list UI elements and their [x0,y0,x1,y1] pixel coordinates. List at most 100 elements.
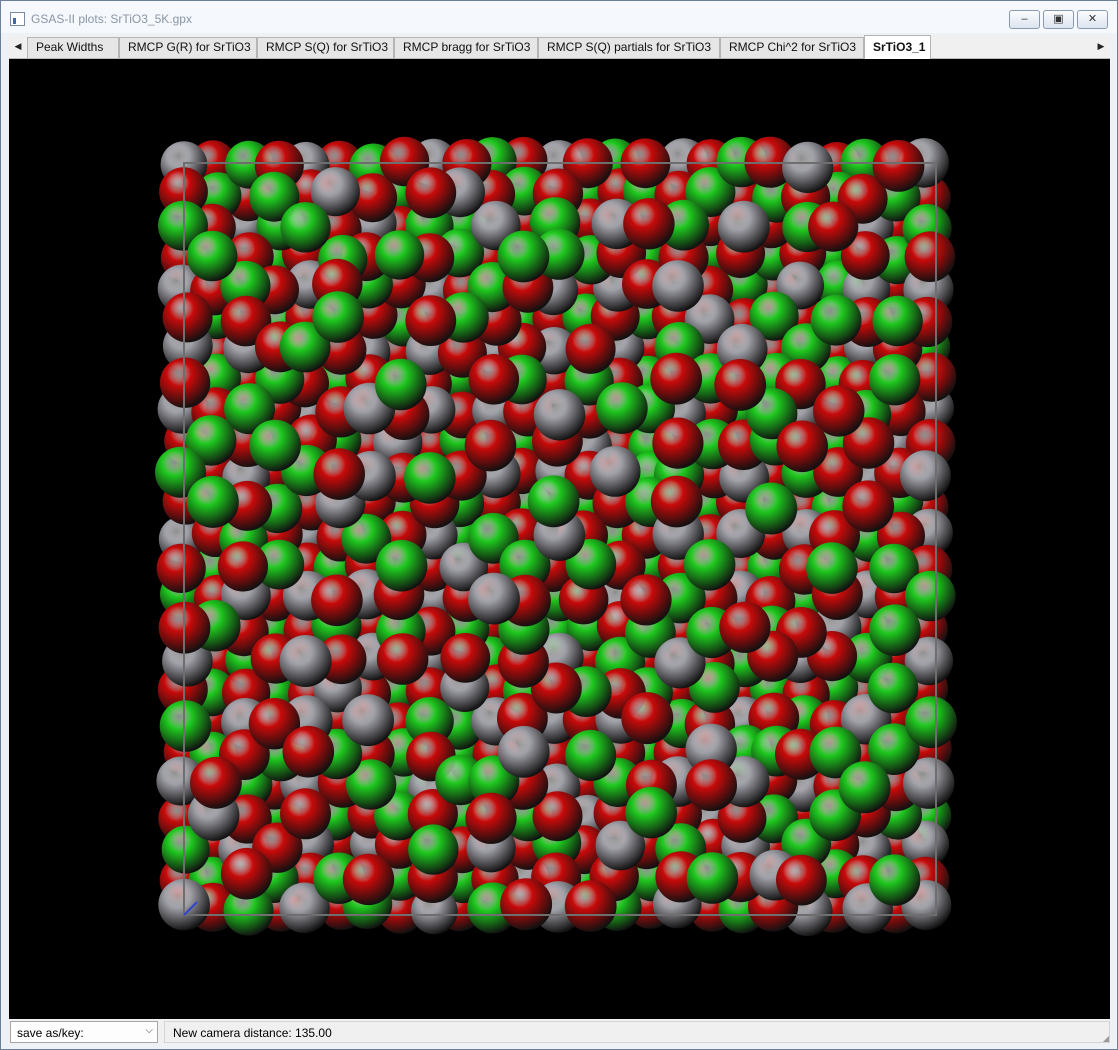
tab-srtio3-1[interactable]: SrTiO3_1 [864,35,931,59]
minimize-button[interactable]: – [1009,10,1040,29]
atom-o [564,880,617,932]
plot-tab-bar: ◀ Peak Widths RMCP G(R) for SrTiO3 RMCP … [9,35,1110,59]
app-icon [10,12,25,26]
atom-sr [596,382,648,434]
tab-rmcp-sq-partials[interactable]: RMCP S(Q) partials for SrTiO3 [538,37,720,58]
atom-o [719,601,771,653]
save-as-key-select[interactable]: save as/key: ⌵ [10,1021,158,1043]
atom-sr [838,761,891,814]
atom-ti [782,141,834,193]
atom-o [808,201,859,252]
atom-sr [867,662,919,714]
atom-o [685,759,737,812]
atom-sr [527,475,580,528]
atom-sr [249,419,301,472]
atom-sr [497,230,550,283]
structure-plot-canvas[interactable] [9,59,1110,1019]
atom-o [405,295,457,346]
tab-rmcp-gr[interactable]: RMCP G(R) for SrTiO3 [119,37,257,58]
atom-o [652,417,704,469]
atom-o [342,853,395,906]
status-message: New camera distance: 135.00 [173,1026,332,1040]
atom-o [650,475,703,528]
atom-sr [872,295,923,347]
atom-o [650,352,703,405]
atom-sr [408,824,459,875]
atom-o [714,359,767,411]
save-as-key-value: save as/key: [17,1026,84,1040]
title-bar: GSAS-II plots: SrTiO3_5K.gpx – ▣ ✕ [1,1,1117,33]
tab-rmcp-sq[interactable]: RMCP S(Q) for SrTiO3 [257,37,394,58]
atom-o [776,420,828,473]
minimize-icon: – [1021,13,1028,25]
atom-o [621,692,674,745]
atom-sr [404,452,456,504]
atom-o [156,543,206,593]
tab-peak-widths[interactable]: Peak Widths [27,37,119,58]
atom-o [280,788,331,840]
tab-rmcp-chi2[interactable]: RMCP Chi^2 for SrTiO3 [720,37,864,58]
atom-sr [810,294,862,346]
atom-ti [533,389,586,441]
atom-o [162,292,213,343]
close-icon: ✕ [1087,13,1098,25]
status-message-pane: New camera distance: 135.00 [164,1021,1110,1043]
atom-o [190,756,242,809]
atom-o [376,633,429,685]
atom-ti [589,446,641,497]
triangle-left-icon[interactable]: ◀ [9,35,27,58]
plot-window: GSAS-II plots: SrTiO3_5K.gpx – ▣ ✕ ◀ Pea… [0,0,1118,1050]
atom-sr [375,358,427,411]
atom-ti [342,694,394,747]
maximize-button[interactable]: ▣ [1043,10,1074,29]
atom-sr [565,729,617,781]
atom-sr [868,354,921,406]
close-button[interactable]: ✕ [1077,10,1108,29]
atom-sr [745,482,798,535]
atom-sr [375,539,428,592]
atom-sr [868,854,921,906]
atom-ti [279,635,332,687]
atom-sr [312,291,364,343]
atom-sr [905,696,957,749]
atom-o [311,574,363,627]
atom-o [468,354,520,405]
atom-sr [159,700,212,752]
tab-rmcp-bragg[interactable]: RMCP bragg for SrTiO3 [394,37,538,58]
atom-sr [686,852,739,904]
atom-sr [186,475,239,528]
atom-o [313,448,366,500]
atom-o [464,419,517,472]
atom-ti [717,200,770,253]
chevron-down-icon: ⌵ [145,1025,153,1036]
atom-sr [625,786,677,839]
status-bar: save as/key: ⌵ New camera distance: 135.… [9,1020,1110,1044]
atom-o [220,847,273,900]
atom-o [217,541,268,592]
atom-sr [280,202,331,253]
maximize-icon: ▣ [1053,13,1064,25]
atom-ti [468,572,520,625]
atom-structure-view[interactable] [9,59,1110,1019]
atom-o [500,878,553,931]
atom-o [159,357,211,408]
atom-o [565,323,616,374]
atom-ti [652,260,704,312]
triangle-right-icon[interactable]: ▶ [1092,35,1110,58]
atom-sr [374,230,425,280]
atom-o [405,167,457,219]
atom-sr [806,542,858,594]
atom-ti [900,450,951,502]
atom-sr [683,539,736,591]
atom-o [465,792,517,844]
resize-grip-icon[interactable]: ◢ [1103,1034,1109,1043]
window-title: GSAS-II plots: SrTiO3_5K.gpx [31,12,192,26]
atom-o [282,725,335,778]
atom-o [440,633,491,683]
atom-o [872,140,925,192]
atom-sr [186,230,238,282]
atom-o [620,574,672,626]
atom-sr [869,604,921,656]
atom-ti [497,725,550,778]
atom-o [776,854,827,906]
